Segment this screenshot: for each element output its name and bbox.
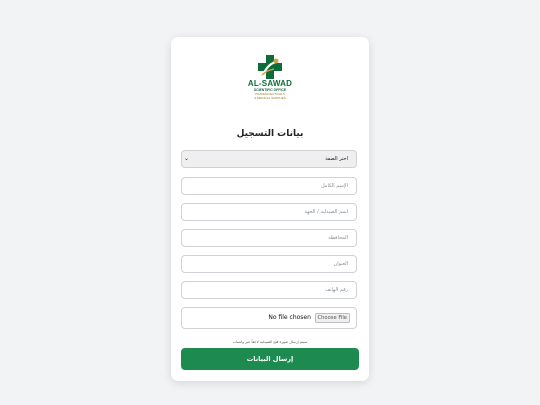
file-status: No file chosen [268, 314, 311, 321]
form-title: بيانات التسجيل [236, 129, 304, 139]
logo-tagline: PHARMACEUTICALS & MEDICAL SUPPLIES [231, 92, 309, 100]
address-input[interactable]: العنوان [181, 255, 357, 273]
file-upload-input[interactable]: No file chosen Choose File [181, 307, 357, 329]
phone-input[interactable]: رقم الهاتف [181, 281, 357, 299]
whatsapp-note: سيتم إرسال صورة فتح الصيدلية لاحقاً عبر … [232, 340, 308, 344]
submit-button[interactable]: إرسال البيانات [181, 348, 359, 370]
registration-card: AL-SAWAD SCIENTIFIC OFFICE PHARMACEUTICA… [171, 37, 369, 381]
governorate-input[interactable]: المحافظة [181, 229, 357, 247]
choose-file-button[interactable]: Choose File [314, 312, 350, 323]
type-select-value: اختر الصفة [325, 156, 348, 162]
chevron-down-icon: ⌄ [184, 155, 190, 162]
logo-tagline-2: & MEDICAL SUPPLIES [254, 95, 286, 100]
pharmacy-name-input[interactable]: اسم الصيدلية / الجهة [181, 203, 357, 221]
logo-name: AL-SAWAD [247, 79, 293, 88]
type-select[interactable]: اختر الصفة ⌄ [181, 150, 357, 168]
cross-logo-icon [258, 55, 282, 79]
company-logo: AL-SAWAD SCIENTIFIC OFFICE PHARMACEUTICA… [231, 51, 309, 111]
full-name-input[interactable]: الإسم الكامل [181, 177, 357, 195]
